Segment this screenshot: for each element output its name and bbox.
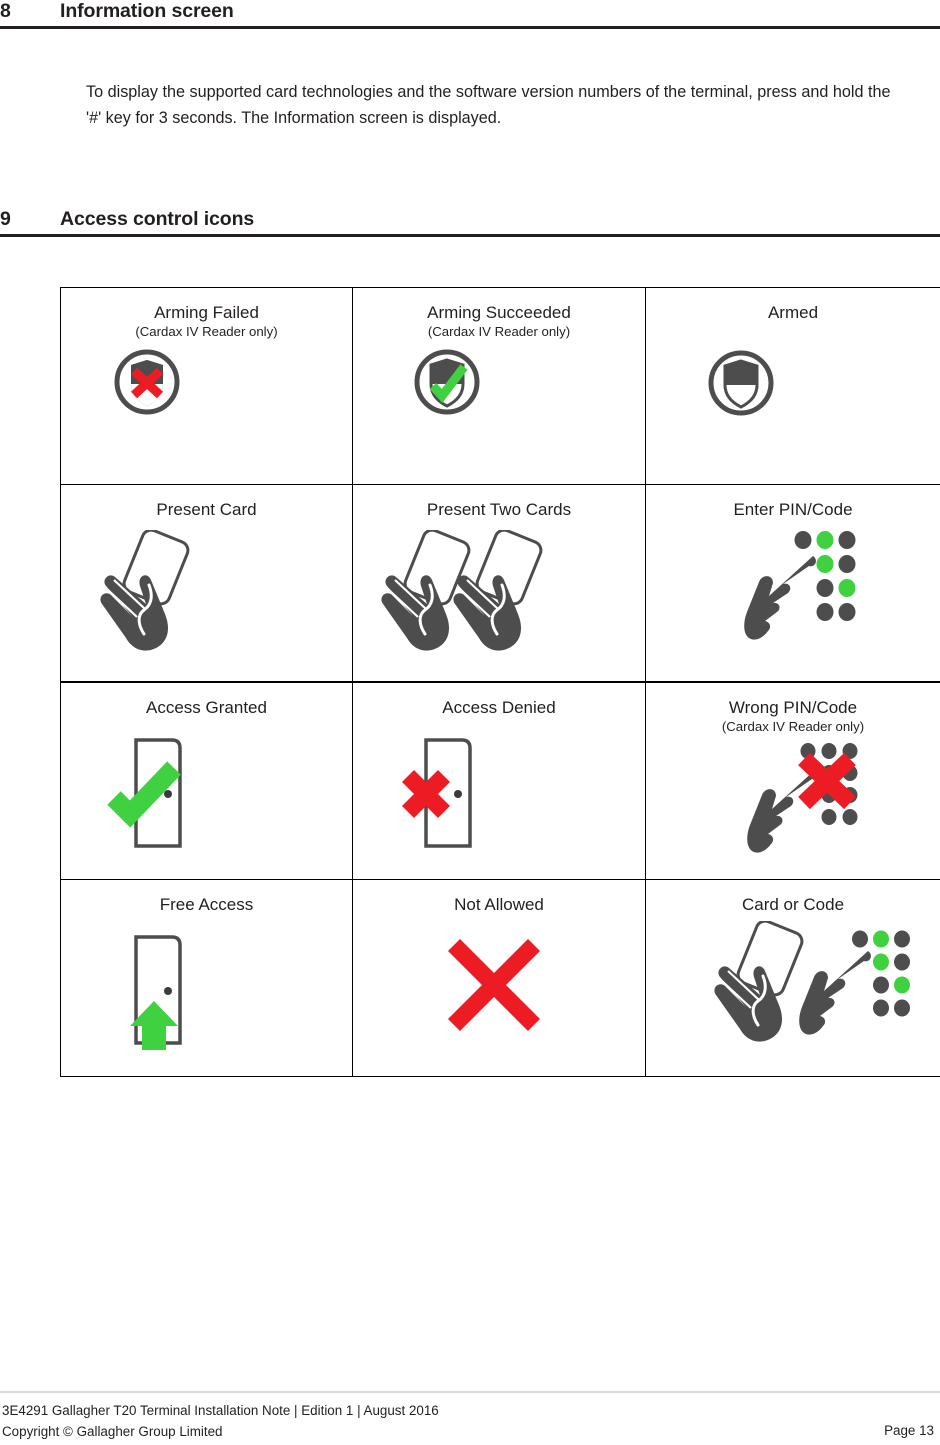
table-row: Access Granted Access Denied Wrong PIN/C… (60, 681, 940, 880)
hand-keypad-cross-icon (747, 743, 858, 853)
door-cross-icon (401, 738, 472, 848)
hand-keypad-icon (744, 531, 856, 640)
icon-label: Arming Succeeded (427, 303, 571, 322)
icon-label: Free Access (159, 895, 254, 914)
page-footer: 3E4291 Gallagher T20 Terminal Installati… (0, 1400, 940, 1442)
icon-cell-free-access: Free Access (60, 879, 353, 1077)
icon-cell-not-allowed: Not Allowed (352, 879, 646, 1077)
table-row: Arming Failed (Cardax IV Reader only) Ar… (60, 287, 940, 485)
section-number: 8 (0, 0, 11, 22)
icon-cell-card-or-code: Card or Code (645, 879, 940, 1077)
icon-label: Arming Failed (154, 303, 259, 322)
icon-cell-present-card: Present Card (60, 484, 353, 683)
section-number: 9 (0, 208, 11, 230)
section-title: Access control icons (60, 208, 255, 230)
icon-label: Access Denied (442, 698, 556, 717)
icon-cell-arming-succeeded: Arming Succeeded (Cardax IV Reader only) (352, 287, 646, 485)
door-tick-icon (106, 738, 182, 848)
door-arrow-icon (129, 935, 182, 1050)
section-title: Information screen (60, 0, 234, 22)
big-cross-icon (447, 938, 541, 1032)
keypad-dots (852, 930, 910, 1017)
footer-doc-reference: 3E4291 Gallagher T20 Terminal Installati… (2, 1403, 439, 1418)
footer-page-number: Page 13 (884, 1423, 934, 1438)
shield-tick-succeeded-icon (414, 349, 480, 415)
shield-armed-icon (708, 350, 774, 416)
hand-two-cards-icon (381, 530, 543, 651)
hand-card-icon (99, 530, 189, 651)
icon-sublabel: (Cardax IV Reader only) (721, 719, 865, 734)
icon-label: Not Allowed (454, 895, 544, 914)
icon-sublabel: (Cardax IV Reader only) (135, 324, 278, 339)
footer-divider (0, 1391, 940, 1393)
hand-keypad-part (799, 930, 910, 1035)
icon-label: Enter PIN/Code (733, 500, 853, 519)
section-heading-9: 9 Access control icons (0, 208, 940, 237)
icon-cell-present-two-cards: Present Two Cards (352, 484, 646, 683)
table-row: Free Access Not Allowed Card or Code (60, 879, 940, 1077)
shield-cross-failed-icon (114, 349, 179, 415)
icon-cell-wrong-pin-code: Wrong PIN/Code (Cardax IV Reader only) (645, 681, 940, 880)
footer-copyright: Copyright © Gallagher Group Limited (2, 1424, 223, 1439)
access-control-icons-table: Arming Failed (Cardax IV Reader only) Ar… (60, 287, 940, 1077)
icon-label: Access Granted (146, 698, 267, 717)
icon-cell-enter-pin-code: Enter PIN/Code (645, 484, 940, 683)
icon-label: Armed (767, 303, 819, 322)
icon-label: Present Two Cards (426, 500, 572, 519)
hand-card-part (714, 921, 804, 1042)
icon-cell-access-granted: Access Granted (60, 681, 353, 880)
card-or-code-icon (714, 921, 910, 1042)
icon-cell-access-denied: Access Denied (352, 681, 646, 880)
icon-cell-armed: Armed (645, 287, 940, 485)
icon-sublabel: (Cardax IV Reader only) (427, 324, 571, 339)
icon-cell-arming-failed: Arming Failed (Cardax IV Reader only) (60, 287, 353, 485)
keypad-dots (794, 531, 856, 621)
section-heading-8: 8 Information screen (0, 0, 940, 29)
icon-label: Present Card (156, 500, 257, 519)
icon-label: Card or Code (741, 895, 845, 914)
intro-paragraph: To display the supported card technologi… (86, 83, 891, 128)
table-row: Present Card Present Two Cards Enter PIN… (60, 484, 940, 683)
icon-label: Wrong PIN/Code (728, 698, 858, 717)
